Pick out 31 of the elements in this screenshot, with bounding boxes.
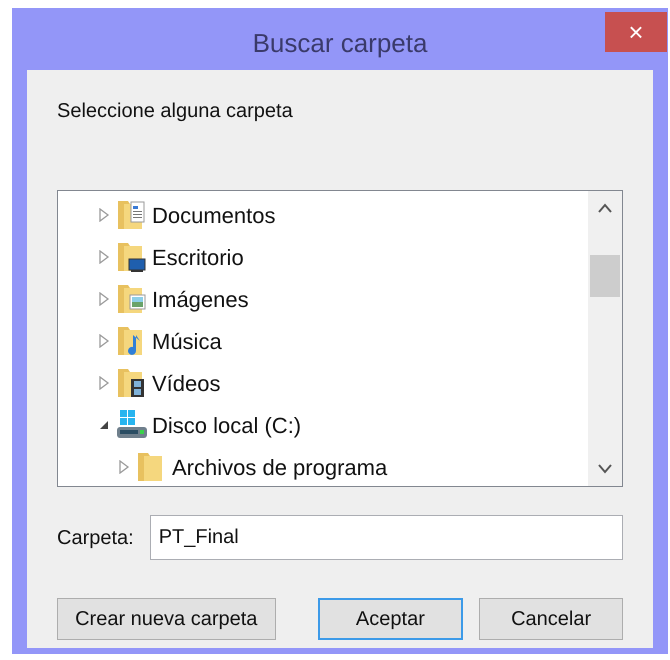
documents-folder-icon [116, 199, 146, 231]
scrollbar[interactable] [588, 191, 622, 486]
dialog-button[interactable]: Crear nueva carpeta [57, 598, 276, 640]
pictures-folder-icon [116, 283, 146, 315]
desktop-folder-icon [116, 241, 146, 273]
expand-arrow-icon[interactable] [118, 460, 130, 474]
drive-icon [116, 410, 148, 440]
instruction-text: Seleccione alguna carpeta [57, 99, 294, 124]
dialog-button[interactable]: Aceptar [318, 598, 464, 640]
tree-item-label[interactable]: Música [152, 324, 222, 358]
expand-arrow-icon[interactable] [98, 208, 110, 222]
expand-arrow-icon[interactable] [98, 376, 110, 390]
tree-item-label[interactable]: Vídeos [152, 366, 220, 400]
scroll-up-icon[interactable] [598, 203, 612, 213]
collapse-arrow-icon[interactable] [98, 419, 110, 431]
videos-folder-icon [116, 367, 146, 399]
tree-item-label[interactable]: Documentos [152, 198, 276, 232]
close-button[interactable]: × [605, 12, 667, 52]
folder-name-field[interactable]: PT_Final [150, 515, 623, 560]
dialog-button[interactable]: Cancelar [479, 598, 623, 640]
expand-arrow-icon[interactable] [98, 334, 110, 348]
tree-item-label[interactable]: Escritorio [152, 240, 244, 274]
tree-item-label[interactable]: Archivos de programa [172, 450, 388, 484]
tree-item-label[interactable]: Imágenes [152, 282, 249, 316]
scroll-thumb[interactable] [590, 255, 620, 297]
folder-label: Carpeta: [57, 526, 134, 550]
expand-arrow-icon[interactable] [98, 292, 110, 306]
scroll-down-icon[interactable] [598, 464, 612, 474]
expand-arrow-icon[interactable] [98, 250, 110, 264]
tree-item-label[interactable]: Disco local (C:) [152, 408, 302, 442]
window-title: Buscar carpeta [252, 27, 428, 60]
